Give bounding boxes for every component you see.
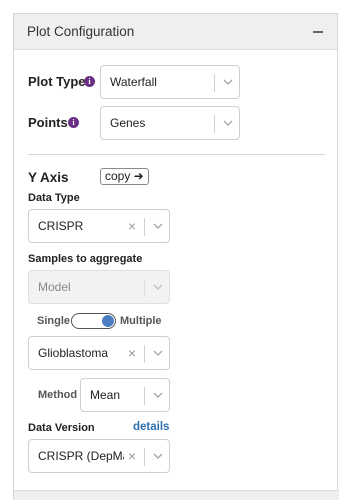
collapse-icon[interactable] [313, 31, 323, 33]
plot-configuration-panel: Plot Configuration Plot Type i Waterfall… [13, 13, 339, 500]
select-separator [214, 115, 215, 133]
chevron-down-icon [153, 223, 163, 230]
section-divider [28, 154, 325, 155]
select-separator [144, 218, 145, 236]
samples-label: Samples to aggregate [28, 253, 143, 265]
clear-icon[interactable]: × [127, 449, 137, 463]
chevron-down-icon [153, 284, 163, 291]
samples-select: Model [28, 270, 170, 304]
panel-header[interactable]: Plot Configuration [14, 14, 337, 50]
copy-button[interactable]: copy ➜ [100, 168, 149, 185]
clear-icon[interactable]: × [127, 346, 137, 360]
plot-type-info-icon[interactable]: i [84, 76, 95, 87]
chevron-down-icon [153, 453, 163, 460]
chevron-down-icon [153, 350, 163, 357]
points-info-icon[interactable]: i [68, 117, 79, 128]
select-separator [144, 345, 145, 363]
data-version-select[interactable]: CRISPR (DepMa... × [28, 439, 170, 473]
points-label: Points [28, 115, 68, 130]
toggle-multiple-label: Multiple [120, 315, 162, 327]
details-link[interactable]: details [133, 421, 169, 433]
context-select[interactable]: Glioblastoma × [28, 336, 170, 370]
toggle-knob [102, 315, 114, 327]
points-value: Genes [110, 116, 146, 130]
plot-type-label: Plot Type [28, 74, 86, 89]
method-label: Method [38, 389, 78, 401]
single-multiple-toggle[interactable] [71, 313, 116, 329]
plot-type-value: Waterfall [110, 75, 157, 89]
chevron-down-icon [223, 79, 233, 86]
select-separator [144, 448, 145, 466]
select-separator [144, 387, 145, 405]
select-separator [214, 74, 215, 92]
samples-value: Model [38, 280, 71, 294]
method-value: Mean [90, 388, 121, 402]
data-type-value: CRISPR [38, 219, 84, 233]
y-axis-title: Y Axis [28, 170, 69, 185]
context-value: Glioblastoma [38, 346, 109, 360]
select-separator [144, 279, 145, 297]
panel-title: Plot Configuration [27, 24, 135, 39]
data-type-select[interactable]: CRISPR × [28, 209, 170, 243]
data-type-label: Data Type [28, 192, 80, 204]
data-version-label: Data Version [28, 422, 95, 434]
plot-type-select[interactable]: Waterfall [100, 65, 240, 99]
chevron-down-icon [223, 120, 233, 127]
method-select[interactable]: Mean [80, 378, 170, 412]
points-select[interactable]: Genes [100, 106, 240, 140]
clear-icon[interactable]: × [127, 219, 137, 233]
toggle-single-label: Single [37, 315, 71, 327]
data-version-value: CRISPR (DepMa... [38, 449, 124, 463]
chevron-down-icon [153, 392, 163, 399]
